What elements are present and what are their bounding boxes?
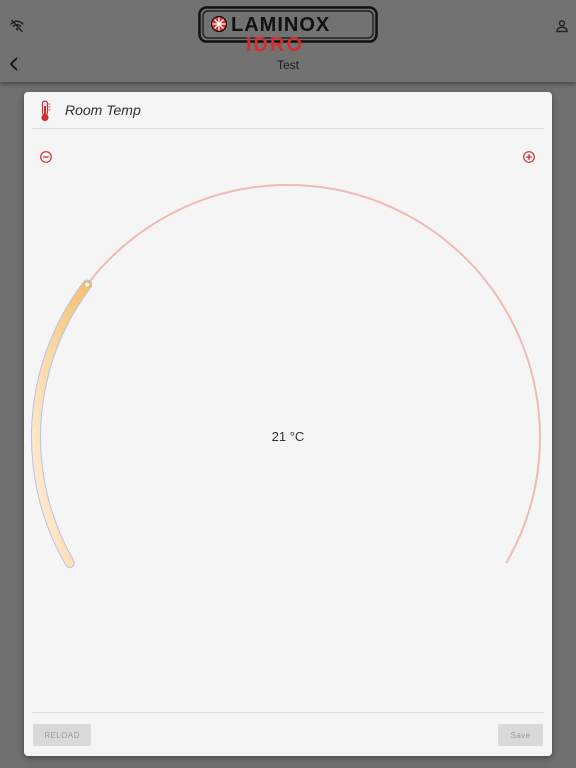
laminox-idro-logo: LAMINOX IDRO <box>198 6 378 52</box>
divider <box>32 712 544 713</box>
app-header: LAMINOX IDRO Test <box>0 0 576 82</box>
dial-track <box>35 184 541 564</box>
dial-fill <box>32 280 92 567</box>
user-icon[interactable] <box>552 16 572 36</box>
reload-button[interactable]: RELOAD <box>33 724 91 746</box>
card-title: Room Temp <box>65 102 141 118</box>
logo-text-top: LAMINOX <box>231 14 330 36</box>
plus-circle-icon[interactable] <box>522 150 536 164</box>
save-button[interactable]: Save <box>498 724 543 746</box>
logo-text-bottom: IDRO <box>246 34 304 52</box>
thermometer-icon <box>41 100 51 122</box>
card-header: Room Temp <box>32 92 544 129</box>
dial-handle[interactable] <box>84 281 91 288</box>
minus-circle-icon[interactable] <box>39 150 53 164</box>
room-temp-card: Room Temp 21 °C RELOAD Save <box>24 92 552 756</box>
temperature-dial[interactable] <box>24 172 552 592</box>
wifi-off-icon[interactable] <box>7 16 27 36</box>
temperature-value: 21 °C <box>271 429 305 444</box>
page-title: Test <box>276 58 299 72</box>
